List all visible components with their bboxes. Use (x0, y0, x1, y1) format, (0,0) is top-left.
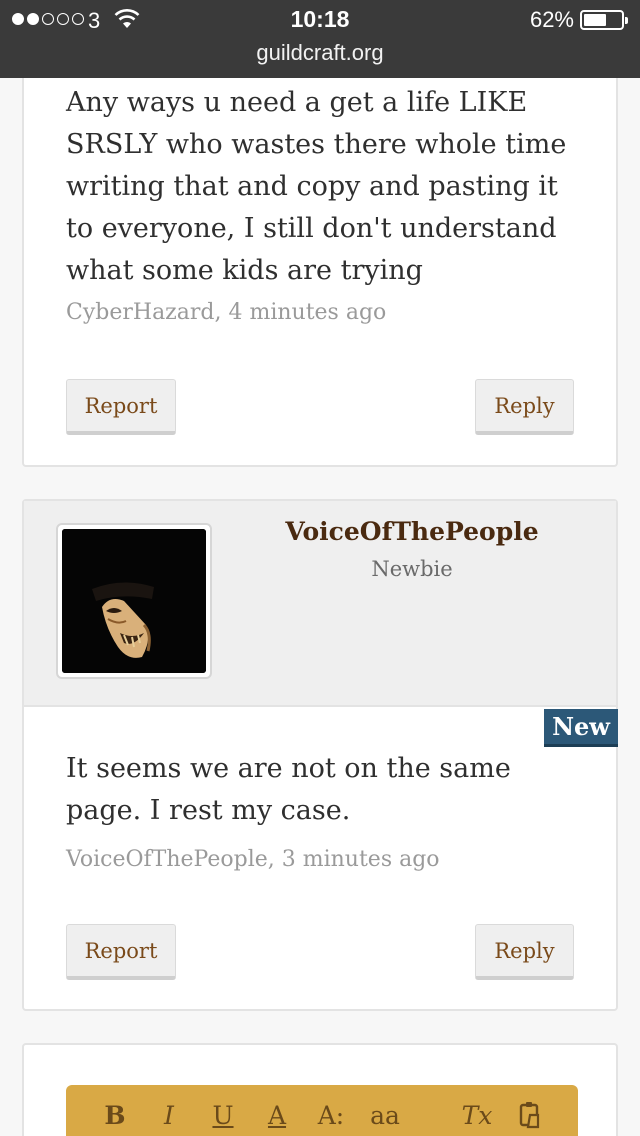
comment-meta: CyberHazard, 4 minutes ago (66, 300, 387, 325)
bold-button[interactable]: B (88, 1101, 142, 1130)
new-badge: New (544, 709, 618, 747)
comment-text: Any ways u need a get a life LIKE SRSLY … (66, 87, 567, 286)
comment-card: VoiceOfThePeople Newbie New It seems we … (22, 499, 618, 1011)
editor-toolbar: B I U A A: aa Tx (66, 1085, 578, 1136)
change-case-button[interactable]: aa (358, 1101, 412, 1130)
avatar-frame[interactable] (56, 523, 212, 679)
mask-avatar-image (62, 529, 206, 673)
avatar (62, 529, 206, 673)
text-color-button[interactable]: A (250, 1101, 304, 1130)
comment-card: Any ways u need a get a life LIKE SRSLY … (22, 40, 618, 467)
reply-button[interactable]: Reply (475, 379, 574, 435)
battery-icon (580, 10, 628, 30)
author-rank: Newbie (371, 557, 453, 581)
underline-button[interactable]: U (196, 1101, 250, 1130)
author-panel: VoiceOfThePeople Newbie (24, 501, 616, 707)
clear-format-button[interactable]: Tx (450, 1101, 504, 1130)
comment-text: It seems we are not on the same page. I … (66, 753, 511, 826)
italic-button[interactable]: I (142, 1101, 196, 1130)
battery-percent: 62% (529, 7, 574, 32)
font-size-button[interactable]: A: (304, 1101, 358, 1130)
report-button[interactable]: Report (66, 379, 176, 435)
report-button[interactable]: Report (66, 924, 176, 980)
url-bar[interactable]: guildcraft.org (0, 40, 640, 66)
comment-meta: VoiceOfThePeople, 3 minutes ago (66, 847, 440, 872)
reply-button[interactable]: Reply (475, 924, 574, 980)
status-bar: 3 10:18 62% guildcraft.org (0, 0, 640, 78)
reply-editor-card: B I U A A: aa Tx (22, 1043, 618, 1136)
paste-icon[interactable] (518, 1101, 544, 1129)
author-name[interactable]: VoiceOfThePeople (224, 517, 600, 546)
battery-level (584, 14, 606, 26)
system-status: 3 10:18 62% (0, 0, 640, 40)
